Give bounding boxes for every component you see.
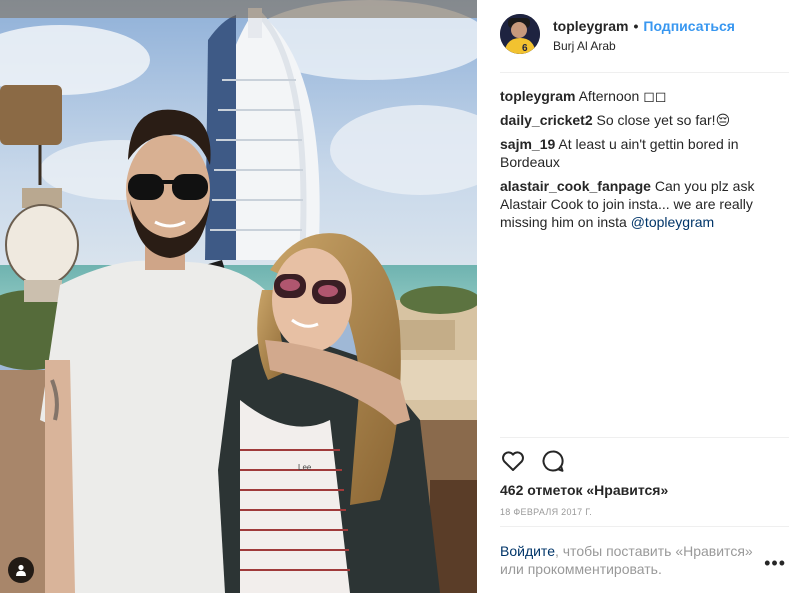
- header-text: topleygram • Подписаться Burj Al Arab: [553, 18, 735, 53]
- likes-count[interactable]: 462 отметок «Нравится»: [500, 482, 668, 498]
- heart-outline-icon: [502, 451, 524, 471]
- tagged-users-button[interactable]: [8, 557, 34, 583]
- header-line: topleygram • Подписаться: [553, 18, 735, 34]
- comment-username[interactable]: daily_cricket2: [500, 112, 593, 128]
- avatar-image: 6: [500, 14, 540, 54]
- svg-text:6: 6: [522, 43, 528, 54]
- comment-text: Afternoon ◻◻: [578, 88, 667, 104]
- caption: topleygram Afternoon ◻◻: [500, 87, 770, 105]
- post-sidebar: 6 topleygram • Подписаться Burj Al Arab …: [477, 0, 806, 593]
- header-divider: [500, 72, 789, 73]
- person-icon: [16, 564, 26, 576]
- avatar[interactable]: 6: [500, 14, 540, 54]
- instagram-post: Lee 6 topleygram • Подписаться Burj Al A…: [0, 0, 806, 593]
- post-header: 6 topleygram • Подписаться Burj Al Arab: [477, 0, 806, 72]
- login-divider: [500, 526, 789, 527]
- login-link[interactable]: Войдите: [500, 543, 555, 559]
- mention-link[interactable]: @topleygram: [631, 214, 714, 230]
- post-actions: [500, 448, 580, 474]
- post-photo[interactable]: Lee: [0, 0, 477, 593]
- more-options-button[interactable]: •••: [764, 554, 786, 572]
- follow-button[interactable]: Подписаться: [643, 18, 735, 34]
- comment-username[interactable]: sajm_19: [500, 136, 555, 152]
- photo-illustration: Lee: [0, 0, 477, 593]
- comments-list: topleygram Afternoon ◻◻ daily_cricket2 S…: [500, 87, 770, 237]
- comment-item: sajm_19 At least u ain't gettin bored in…: [500, 135, 770, 171]
- header-separator: •: [633, 18, 639, 34]
- username-link[interactable]: topleygram: [553, 18, 628, 34]
- location-link[interactable]: Burj Al Arab: [553, 39, 735, 53]
- shirt-print: Lee: [298, 463, 312, 472]
- comment-button[interactable]: [540, 448, 566, 474]
- comment-item: alastair_cook_fanpage Can you plz ask Al…: [500, 177, 770, 231]
- login-prompt: Войдите, чтобы поставить «Нравится» или …: [500, 542, 760, 578]
- like-button[interactable]: [500, 448, 526, 474]
- post-date: 18 ФЕВРАЛЯ 2017 Г.: [500, 507, 593, 517]
- comment-text: So close yet so far!😔: [596, 112, 731, 128]
- actions-divider: [500, 437, 789, 438]
- comment-username[interactable]: topleygram: [500, 88, 575, 104]
- comment-item: daily_cricket2 So close yet so far!😔: [500, 111, 770, 129]
- speech-bubble-icon: [542, 450, 564, 472]
- comment-username[interactable]: alastair_cook_fanpage: [500, 178, 651, 194]
